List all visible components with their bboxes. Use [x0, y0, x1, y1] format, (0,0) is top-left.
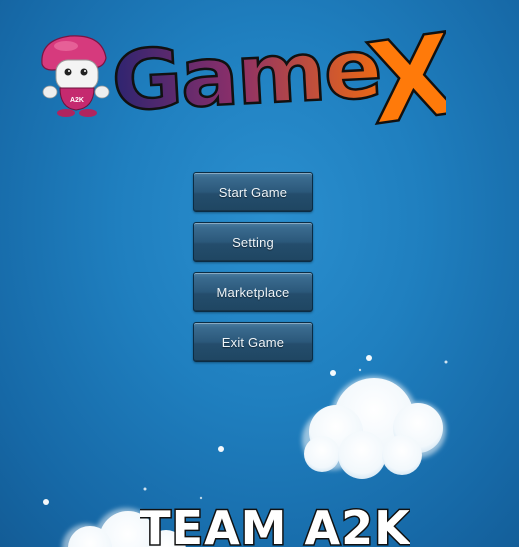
sparkles: [43, 355, 448, 505]
game-title-logo: Game X: [108, 8, 446, 140]
title-letter-x: X: [360, 10, 446, 140]
setting-button[interactable]: Setting: [193, 222, 313, 262]
setting-label: Setting: [232, 234, 274, 250]
team-name-logo: TEAM A2K: [140, 500, 410, 547]
team-name-text: TEAM A2K: [140, 501, 410, 547]
exit-game-button[interactable]: Exit Game: [193, 322, 313, 362]
main-menu: Start Game Setting Marketplace Exit Game: [193, 172, 313, 372]
game-main-menu: A2K Game X Start Game Setting Marketplac…: [0, 0, 519, 547]
start-game-label: Start Game: [218, 184, 288, 200]
marketplace-button[interactable]: Marketplace: [193, 272, 313, 312]
start-game-button[interactable]: Start Game: [193, 172, 313, 212]
cloud-right: [302, 376, 446, 479]
mascot-badge-text: A2K: [70, 97, 84, 104]
marketplace-label: Marketplace: [216, 284, 290, 300]
mascot-logo-icon: A2K: [41, 35, 110, 117]
exit-game-label: Exit Game: [221, 334, 285, 350]
title-word: Game: [109, 21, 382, 130]
